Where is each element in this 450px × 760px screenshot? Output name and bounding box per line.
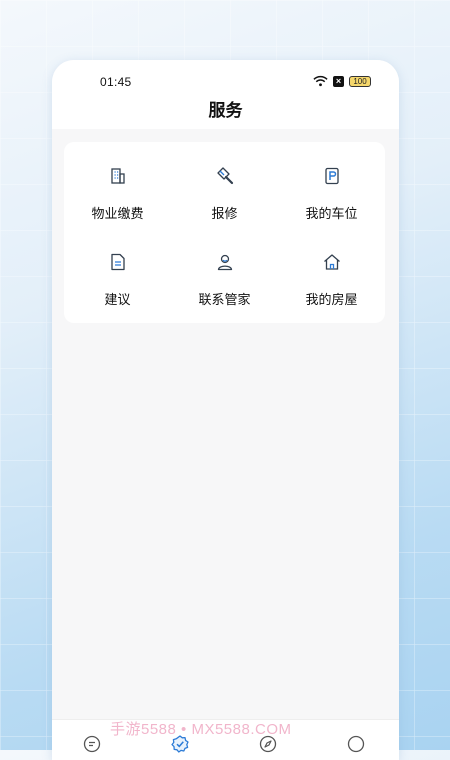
service-label: 我的房屋: [305, 292, 358, 307]
document-icon: [110, 253, 125, 271]
parking-icon: [324, 167, 339, 185]
service-label: 建议: [104, 292, 131, 307]
watermark: 手游5588 • MX5588.COM: [110, 721, 292, 738]
service-property-fee[interactable]: 物业缴费: [64, 150, 171, 236]
status-icons: × 100: [313, 75, 371, 87]
no-sim-icon: ×: [333, 75, 344, 87]
service-label: 物业缴费: [91, 206, 144, 221]
page-title: 服务: [208, 101, 243, 120]
services-card: 物业缴费 报修 我的车位 建议 联系管家 我的房屋: [64, 142, 385, 323]
status-bar: 01:45 × 100: [52, 73, 399, 91]
status-time: 01:45: [100, 75, 132, 89]
header: 01:45 × 100 服务: [52, 60, 399, 129]
house-icon: [323, 254, 340, 270]
service-label: 报修: [211, 206, 238, 221]
service-label: 我的车位: [305, 206, 358, 221]
person-icon: [217, 254, 232, 271]
repair-brush-icon: [216, 167, 233, 185]
service-label: 联系管家: [198, 292, 251, 307]
service-my-parking[interactable]: 我的车位: [278, 150, 385, 236]
service-suggestion[interactable]: 建议: [64, 236, 171, 322]
service-my-house[interactable]: 我的房屋: [278, 236, 385, 322]
phone-screen: 01:45 × 100 服务 物业缴费 报修 我的车位 建议 联系管家 我的房屋: [52, 60, 399, 760]
wifi-icon: [313, 75, 328, 87]
service-contact-butler[interactable]: 联系管家: [171, 236, 278, 322]
battery-icon: 100: [349, 75, 371, 87]
building-icon: [110, 168, 125, 184]
message-icon[interactable]: [82, 734, 102, 754]
service-repair[interactable]: 报修: [171, 150, 278, 236]
circle-profile-icon[interactable]: [346, 734, 366, 754]
